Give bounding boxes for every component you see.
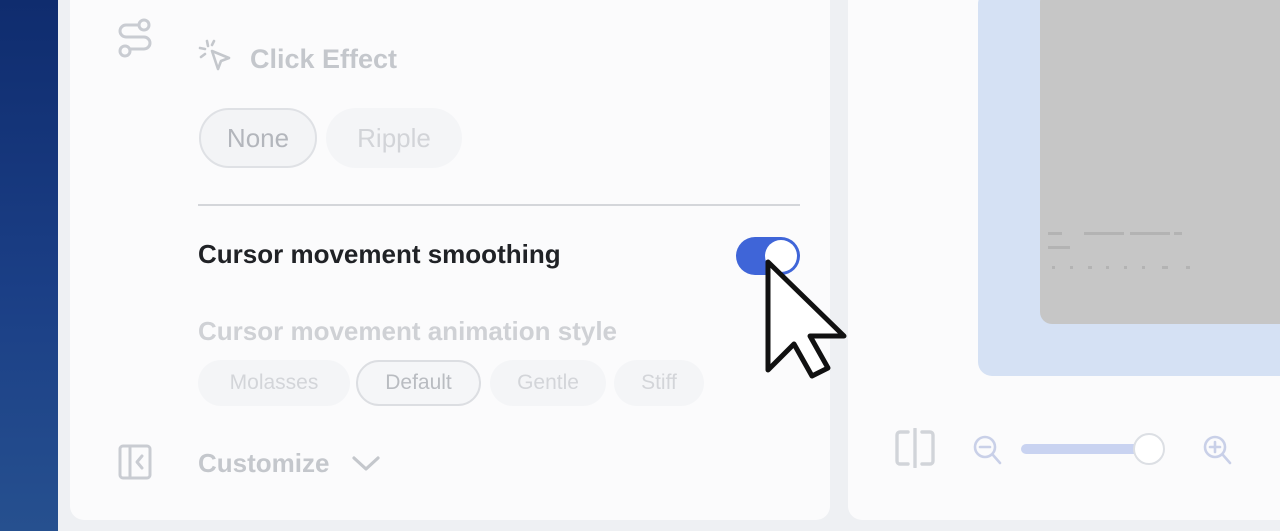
- zoom-out-icon[interactable]: [972, 434, 1002, 471]
- option-label: Gentle: [517, 371, 579, 394]
- chevron-down-icon: [351, 448, 381, 479]
- desktop-background: [0, 0, 58, 531]
- customize-label: Customize: [198, 448, 330, 478]
- click-effect-ripple-option[interactable]: Ripple: [326, 108, 462, 168]
- customize-expander[interactable]: Customize: [198, 448, 381, 479]
- click-effect-title: Click Effect: [250, 44, 398, 74]
- animation-stiff-option[interactable]: Stiff: [614, 360, 704, 406]
- click-effect-heading: Click Effect: [198, 38, 397, 81]
- section-divider: [198, 204, 800, 206]
- animation-gentle-option[interactable]: Gentle: [490, 360, 606, 406]
- collapse-panel-icon[interactable]: [118, 444, 152, 485]
- preview-screen: [1040, 0, 1280, 324]
- animation-molasses-option[interactable]: Molasses: [198, 360, 350, 406]
- split-view-icon[interactable]: [894, 427, 936, 473]
- option-label: None: [226, 122, 290, 153]
- animation-default-option[interactable]: Default: [356, 360, 481, 406]
- smoothing-label: Cursor movement smoothing: [198, 239, 561, 269]
- path-route-icon[interactable]: [116, 18, 154, 63]
- option-label: Ripple: [357, 122, 431, 153]
- zoom-in-icon[interactable]: [1202, 434, 1232, 471]
- option-label: Default: [385, 371, 452, 394]
- click-sparkle-icon: [198, 38, 234, 81]
- option-label: Stiff: [641, 371, 677, 394]
- animation-style-label: Cursor movement animation style: [198, 316, 617, 346]
- preview-mini-toolbar: [1048, 232, 1190, 269]
- mouse-pointer-icon: [764, 258, 848, 385]
- option-label: Molasses: [229, 371, 319, 394]
- click-effect-none-option[interactable]: None: [199, 108, 317, 168]
